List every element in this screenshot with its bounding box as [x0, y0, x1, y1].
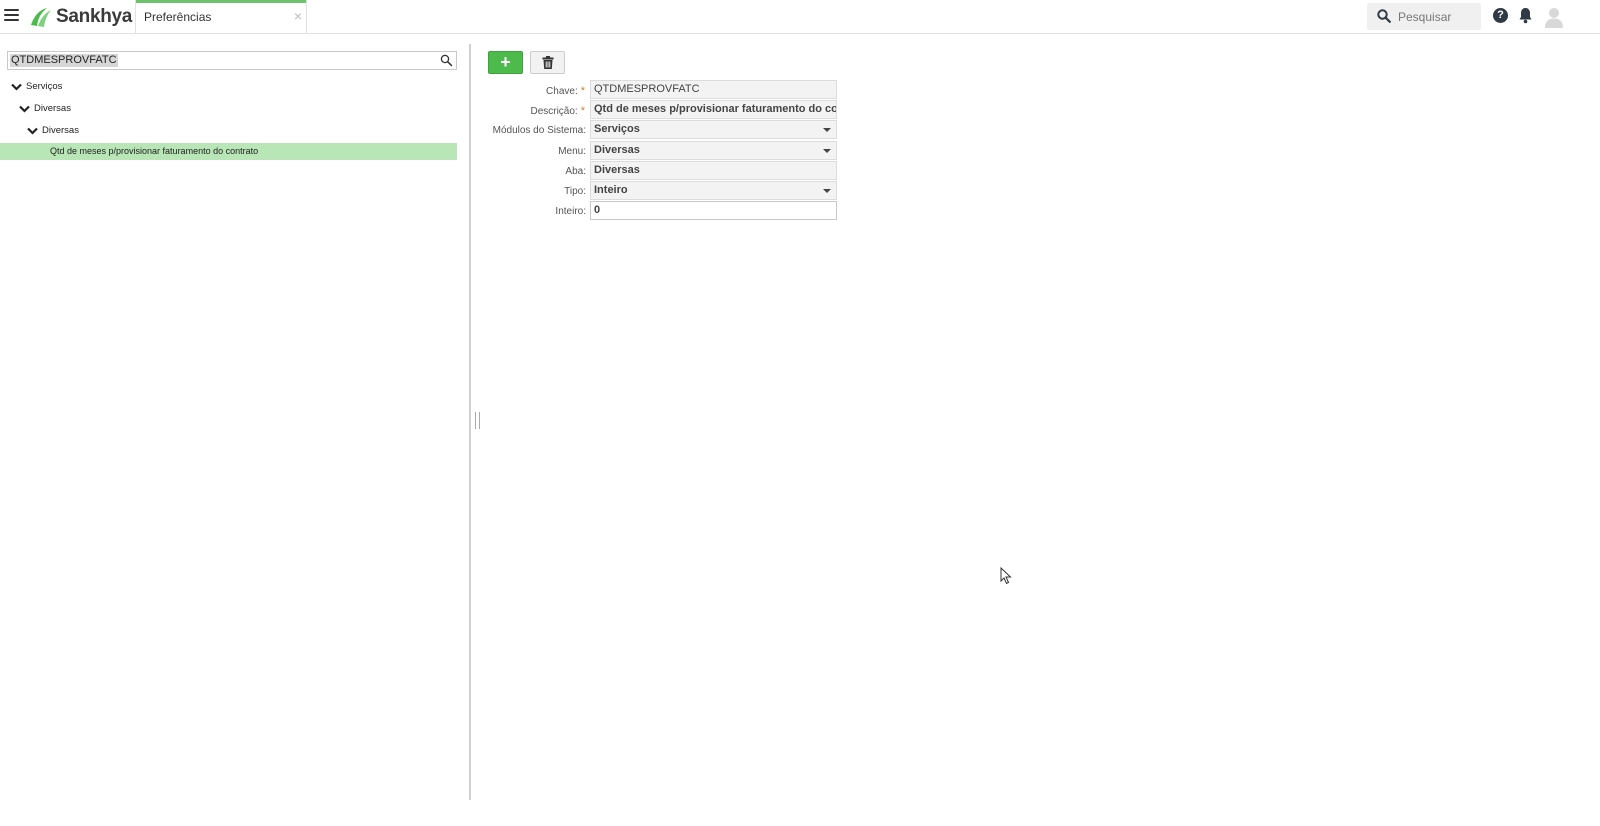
tree-node-label: Diversas — [34, 103, 71, 114]
dropdown-caret-icon[interactable] — [823, 189, 831, 193]
label-menu: Menu: — [558, 146, 586, 157]
panel-splitter[interactable] — [469, 44, 471, 800]
tree-node-label: Diversas — [42, 125, 79, 136]
brand-logo[interactable]: Sankhya — [28, 5, 132, 29]
splitter-grip-handle[interactable] — [475, 412, 480, 429]
chevron-down-icon[interactable] — [11, 83, 22, 91]
user-avatar-icon[interactable] — [1543, 6, 1565, 28]
label-aba: Aba: — [565, 166, 586, 177]
tab-active-indicator — [136, 0, 306, 3]
tab-preferencias[interactable]: Preferências × — [135, 0, 307, 33]
trash-icon — [542, 56, 554, 69]
tipo-select[interactable]: Inteiro — [590, 181, 837, 200]
help-icon[interactable]: ? — [1493, 8, 1508, 23]
notification-bell-icon[interactable] — [1518, 7, 1533, 24]
tree-node-diversas[interactable]: Diversas — [19, 100, 71, 117]
tree-search-value: QTDMESPROVFATC — [10, 54, 118, 67]
dropdown-caret-icon[interactable] — [823, 128, 831, 132]
search-placeholder: Pesquisar — [1398, 10, 1452, 24]
label-tipo: Tipo: — [564, 186, 586, 197]
add-button[interactable]: + — [488, 51, 523, 74]
search-icon — [1377, 9, 1391, 23]
label-descricao: Descrição: * — [530, 105, 585, 117]
close-icon[interactable]: × — [294, 8, 302, 24]
menu-select[interactable]: Diversas — [590, 141, 837, 160]
modulos-select[interactable]: Serviços — [590, 120, 837, 139]
tree-node-label: Serviços — [26, 81, 63, 92]
chave-field[interactable]: QTDMESPROVFATC — [590, 80, 837, 99]
tree-search-input[interactable]: QTDMESPROVFATC — [7, 51, 457, 70]
label-modulos: Módulos do Sistema: — [492, 125, 586, 136]
preferences-tree-panel: QTDMESPROVFATC Serviços Diversas Diversa… — [0, 34, 469, 800]
required-mark: * — [580, 105, 585, 117]
brand-name: Sankhya — [56, 6, 133, 27]
global-search-input[interactable]: Pesquisar — [1367, 3, 1481, 30]
tree-leaf-label: Qtd de meses p/provisionar faturamento d… — [50, 146, 259, 156]
search-icon[interactable] — [440, 54, 453, 67]
hamburger-menu-icon[interactable] — [4, 9, 19, 23]
chevron-down-icon[interactable] — [19, 105, 30, 113]
label-inteiro: Inteiro: — [555, 206, 586, 217]
label-chave: Chave: * — [546, 85, 585, 97]
top-bar: Sankhya Preferências × Pesquisar ? — [0, 0, 1600, 34]
chevron-down-icon[interactable] — [27, 127, 38, 135]
required-mark: * — [580, 85, 585, 97]
tree-leaf-selected[interactable]: Qtd de meses p/provisionar faturamento d… — [0, 143, 457, 160]
tree-node-diversas-sub[interactable]: Diversas — [27, 122, 79, 139]
tree-node-servicos[interactable]: Serviços — [11, 78, 62, 95]
inteiro-input[interactable]: 0 — [590, 201, 837, 220]
tab-label: Preferências — [144, 10, 212, 24]
descricao-field[interactable]: Qtd de meses p/provisionar faturamento d… — [590, 100, 837, 119]
mouse-cursor-icon — [1000, 567, 1012, 585]
sankhya-logo-icon — [31, 8, 51, 27]
delete-button[interactable] — [530, 51, 565, 74]
aba-field[interactable]: Diversas — [590, 161, 837, 180]
dropdown-caret-icon[interactable] — [823, 149, 831, 153]
